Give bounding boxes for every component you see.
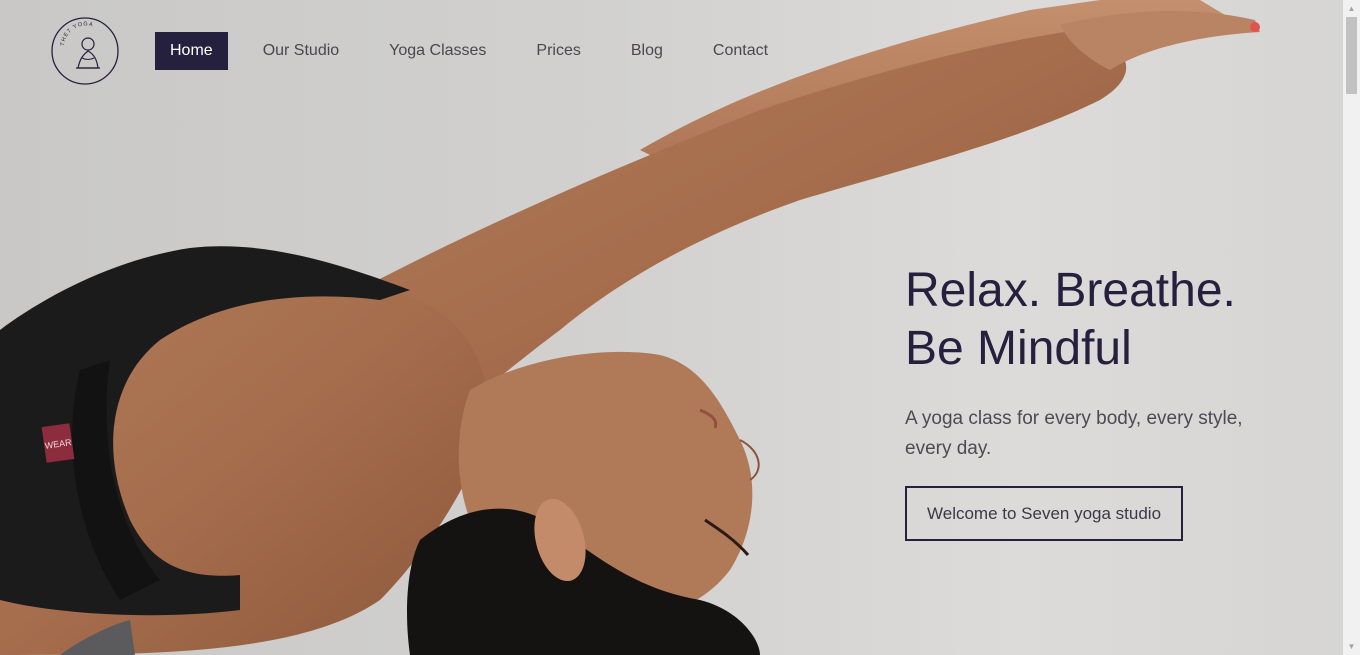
page-scrollbar[interactable]: ▲ ▼ — [1343, 0, 1360, 655]
yoga-pose-logo-icon: THE7 YOGA — [51, 17, 119, 85]
main-nav: Home Our Studio Yoga Classes Prices Blog… — [155, 32, 818, 70]
hero-title-line1: Relax. Breathe. — [905, 264, 1236, 317]
hero-title: Relax. Breathe. Be Mindful — [905, 262, 1325, 378]
hero-title-line2: Be Mindful — [905, 322, 1132, 375]
triangle-up-icon[interactable]: ▲ — [1343, 0, 1360, 17]
nav-item-yoga-classes[interactable]: Yoga Classes — [389, 32, 486, 70]
welcome-button[interactable]: Welcome to Seven yoga studio — [905, 486, 1184, 541]
nav-item-home[interactable]: Home — [155, 32, 228, 70]
site-logo[interactable]: THE7 YOGA — [50, 16, 120, 86]
triangle-down-icon[interactable]: ▼ — [1343, 638, 1360, 655]
hero-content: Relax. Breathe. Be Mindful A yoga class … — [905, 262, 1325, 541]
nav-item-contact[interactable]: Contact — [713, 32, 768, 70]
hero-subtitle: A yoga class for every body, every style… — [905, 408, 1243, 459]
nav-item-blog[interactable]: Blog — [631, 32, 663, 70]
nav-item-prices[interactable]: Prices — [536, 32, 580, 70]
scrollbar-thumb[interactable] — [1346, 17, 1357, 94]
nav-item-our-studio[interactable]: Our Studio — [263, 32, 339, 70]
page: WEAR THE7 YOGA Home Our Studio Yoga Clas… — [0, 0, 1360, 655]
